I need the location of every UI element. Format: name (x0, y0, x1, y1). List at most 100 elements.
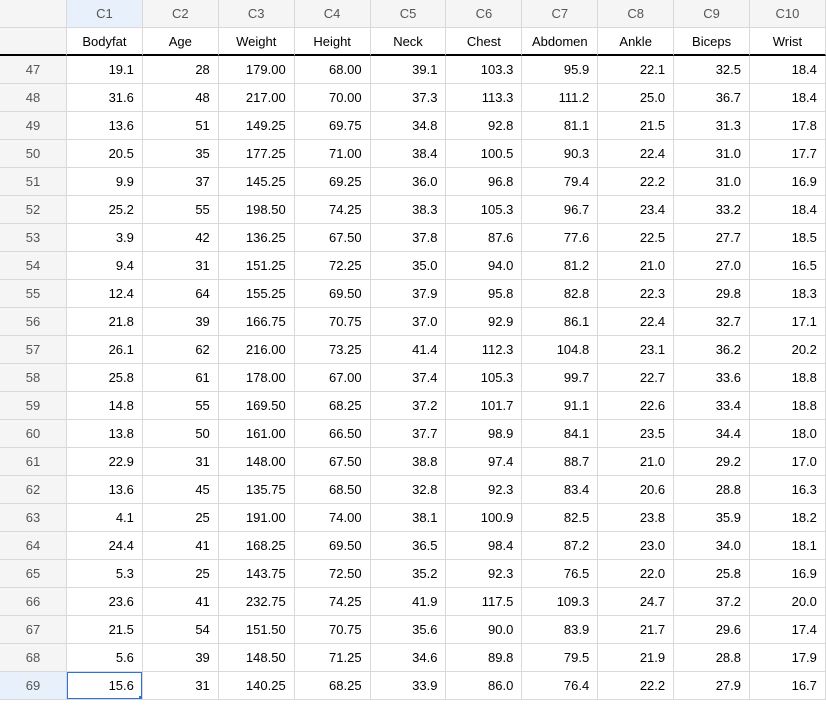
data-cell[interactable]: 149.25 (219, 112, 295, 140)
data-cell[interactable]: 99.7 (522, 364, 598, 392)
data-cell[interactable]: 26.1 (67, 336, 143, 364)
data-cell[interactable]: 17.7 (750, 140, 826, 168)
data-cell[interactable]: 101.7 (446, 392, 522, 420)
data-cell[interactable]: 20.0 (750, 588, 826, 616)
data-cell[interactable]: 140.25 (219, 672, 295, 700)
data-cell[interactable]: 34.0 (674, 532, 750, 560)
data-cell[interactable]: 18.4 (750, 56, 826, 84)
row-header[interactable]: 52 (0, 196, 67, 224)
data-cell[interactable]: 18.3 (750, 280, 826, 308)
data-cell[interactable]: 92.8 (446, 112, 522, 140)
data-cell[interactable]: 161.00 (219, 420, 295, 448)
column-header[interactable]: C8 (598, 0, 674, 28)
data-cell[interactable]: 87.6 (446, 224, 522, 252)
row-header[interactable]: 48 (0, 84, 67, 112)
data-cell[interactable]: 31 (143, 252, 219, 280)
data-cell[interactable]: 35.9 (674, 504, 750, 532)
data-cell[interactable]: 16.3 (750, 476, 826, 504)
data-cell[interactable]: 103.3 (446, 56, 522, 84)
data-cell[interactable]: 70.75 (295, 616, 371, 644)
data-cell[interactable]: 34.8 (371, 112, 447, 140)
data-cell[interactable]: 31.3 (674, 112, 750, 140)
data-cell[interactable]: 29.8 (674, 280, 750, 308)
data-cell[interactable]: 5.3 (67, 560, 143, 588)
data-cell[interactable]: 22.2 (598, 672, 674, 700)
data-cell[interactable]: 22.0 (598, 560, 674, 588)
data-cell[interactable]: 32.7 (674, 308, 750, 336)
data-cell[interactable]: 68.25 (295, 672, 371, 700)
data-cell[interactable]: 35.6 (371, 616, 447, 644)
data-cell[interactable]: 112.3 (446, 336, 522, 364)
data-cell[interactable]: 16.9 (750, 168, 826, 196)
data-cell[interactable]: 23.1 (598, 336, 674, 364)
data-cell[interactable]: 29.2 (674, 448, 750, 476)
data-cell[interactable]: 18.5 (750, 224, 826, 252)
data-cell[interactable]: 86.1 (522, 308, 598, 336)
data-cell[interactable]: 41.9 (371, 588, 447, 616)
data-cell[interactable]: 48 (143, 84, 219, 112)
data-cell[interactable]: 18.2 (750, 504, 826, 532)
data-cell[interactable]: 72.25 (295, 252, 371, 280)
data-cell[interactable]: 166.75 (219, 308, 295, 336)
data-cell[interactable]: 38.8 (371, 448, 447, 476)
column-name[interactable]: Neck (371, 28, 447, 56)
data-cell[interactable]: 22.7 (598, 364, 674, 392)
data-cell[interactable]: 216.00 (219, 336, 295, 364)
data-cell[interactable]: 41 (143, 532, 219, 560)
row-header[interactable]: 62 (0, 476, 67, 504)
column-header[interactable]: C9 (674, 0, 750, 28)
column-name[interactable]: Height (295, 28, 371, 56)
data-cell[interactable]: 198.50 (219, 196, 295, 224)
data-cell[interactable]: 143.75 (219, 560, 295, 588)
data-cell[interactable]: 67.50 (295, 448, 371, 476)
data-cell[interactable]: 169.50 (219, 392, 295, 420)
data-cell[interactable]: 82.8 (522, 280, 598, 308)
data-cell[interactable]: 16.9 (750, 560, 826, 588)
row-header[interactable]: 47 (0, 56, 67, 84)
data-cell[interactable]: 19.1 (67, 56, 143, 84)
data-cell[interactable]: 95.9 (522, 56, 598, 84)
data-cell[interactable]: 25.8 (67, 364, 143, 392)
data-cell[interactable]: 32.5 (674, 56, 750, 84)
data-cell[interactable]: 28 (143, 56, 219, 84)
data-cell[interactable]: 35.0 (371, 252, 447, 280)
data-cell[interactable]: 69.50 (295, 532, 371, 560)
data-cell[interactable]: 27.0 (674, 252, 750, 280)
data-cell[interactable]: 38.1 (371, 504, 447, 532)
data-cell[interactable]: 23.0 (598, 532, 674, 560)
column-name[interactable]: Biceps (674, 28, 750, 56)
data-cell[interactable]: 9.4 (67, 252, 143, 280)
data-cell[interactable]: 191.00 (219, 504, 295, 532)
data-cell[interactable]: 22.5 (598, 224, 674, 252)
row-header[interactable]: 51 (0, 168, 67, 196)
data-cell[interactable]: 37.2 (371, 392, 447, 420)
data-cell[interactable]: 18.1 (750, 532, 826, 560)
data-cell[interactable]: 23.6 (67, 588, 143, 616)
data-cell[interactable]: 37.0 (371, 308, 447, 336)
data-cell[interactable]: 24.4 (67, 532, 143, 560)
data-cell[interactable]: 38.4 (371, 140, 447, 168)
data-cell[interactable]: 14.8 (67, 392, 143, 420)
column-header[interactable]: C3 (219, 0, 295, 28)
data-cell[interactable]: 22.4 (598, 140, 674, 168)
data-cell[interactable]: 22.9 (67, 448, 143, 476)
data-cell[interactable]: 25 (143, 560, 219, 588)
column-name[interactable]: Weight (219, 28, 295, 56)
row-header[interactable]: 63 (0, 504, 67, 532)
data-cell[interactable]: 55 (143, 196, 219, 224)
data-cell[interactable]: 21.5 (67, 616, 143, 644)
data-cell[interactable]: 37.7 (371, 420, 447, 448)
data-cell[interactable]: 23.4 (598, 196, 674, 224)
data-cell[interactable]: 87.2 (522, 532, 598, 560)
row-header[interactable]: 60 (0, 420, 67, 448)
data-cell[interactable]: 81.1 (522, 112, 598, 140)
data-cell[interactable]: 105.3 (446, 196, 522, 224)
data-cell[interactable]: 13.6 (67, 112, 143, 140)
data-cell[interactable]: 31.0 (674, 168, 750, 196)
data-cell[interactable]: 97.4 (446, 448, 522, 476)
data-cell[interactable]: 89.8 (446, 644, 522, 672)
data-cell[interactable]: 42 (143, 224, 219, 252)
data-cell[interactable]: 104.8 (522, 336, 598, 364)
data-cell[interactable]: 33.6 (674, 364, 750, 392)
data-cell[interactable]: 39.1 (371, 56, 447, 84)
